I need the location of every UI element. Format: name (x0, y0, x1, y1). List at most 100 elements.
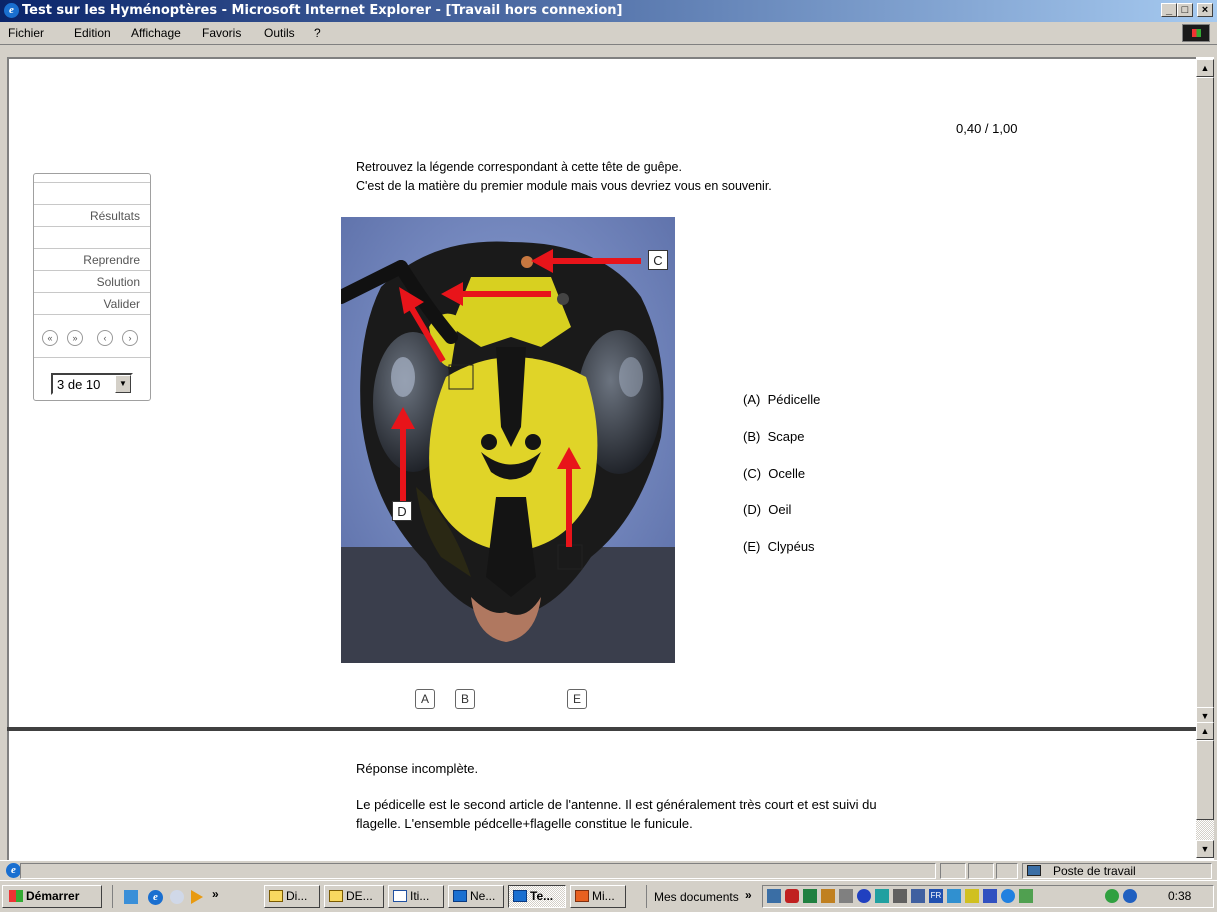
system-tray: FR 0:38 (762, 885, 1214, 908)
tray-icon[interactable] (767, 889, 781, 903)
volume-icon[interactable] (839, 889, 853, 903)
menu-fichier[interactable]: Fichier (8, 26, 44, 40)
media-player-icon[interactable] (191, 890, 203, 904)
nav-resultats[interactable]: Résultats (34, 205, 150, 227)
choice-e[interactable]: (E) Clypéus (743, 539, 815, 554)
scroll-down-icon[interactable]: ▼ (1196, 840, 1214, 858)
toolbar-gap (0, 45, 1217, 57)
choice-label: Ocelle (768, 466, 806, 481)
task-button-folder-di[interactable]: Di... (264, 885, 320, 908)
nav-reprendre[interactable]: Reprendre (34, 249, 150, 271)
answer-box-a[interactable]: A (415, 689, 435, 709)
nav-valider[interactable]: Valider (34, 293, 150, 315)
tray-icon[interactable] (965, 889, 979, 903)
outlook-icon[interactable] (170, 890, 184, 904)
internet-explorer-icon[interactable]: e (148, 890, 163, 905)
task-button-word[interactable]: Iti... (388, 885, 444, 908)
score-display: 0,40 / 1,00 (956, 121, 1018, 136)
scroll-up-icon[interactable]: ▲ (1196, 59, 1214, 77)
status-pane (996, 863, 1018, 879)
tray-icon[interactable] (1001, 889, 1015, 903)
tray-icon[interactable] (1105, 889, 1119, 903)
menu-favoris[interactable]: Favoris (202, 26, 241, 40)
feedback-scrollbar[interactable]: ▲ ▼ (1196, 722, 1214, 858)
choice-b[interactable]: (B) Scape (743, 429, 804, 444)
choice-a[interactable]: (A) Pédicelle (743, 392, 820, 407)
tray-icon[interactable] (947, 889, 961, 903)
nav-solution[interactable]: Solution (34, 271, 150, 293)
internet-explorer-icon (513, 890, 527, 902)
maximize-button[interactable]: □ (1177, 3, 1193, 17)
status-bar: e Poste de travail (0, 860, 1217, 881)
question-line-1: Retrouvez la légende correspondant à cet… (356, 160, 682, 174)
feedback-frame (7, 731, 1196, 860)
nav-divider (34, 357, 150, 358)
powerpoint-icon (575, 890, 589, 902)
task-label: Mi... (592, 889, 615, 903)
tray-icon[interactable] (857, 889, 871, 903)
tray-icon[interactable] (803, 889, 817, 903)
close-button[interactable]: × (1197, 3, 1213, 17)
choice-label: Clypéus (767, 539, 815, 554)
next-page-icon[interactable]: › (122, 330, 138, 346)
menu-affichage[interactable]: Affichage (131, 26, 181, 40)
task-label: Ne... (470, 889, 496, 903)
image-label-c: C (648, 250, 668, 270)
folder-icon (329, 890, 343, 902)
feedback-line-2: flagelle. L'ensemble pédcelle+flagelle c… (356, 816, 693, 831)
previous-page-icon[interactable]: ‹ (97, 330, 113, 346)
language-icon[interactable]: FR (929, 889, 943, 903)
tray-icon[interactable] (821, 889, 835, 903)
computer-icon (1027, 865, 1041, 876)
scroll-up-icon[interactable]: ▲ (1196, 722, 1214, 740)
scroll-thumb[interactable] (1196, 77, 1214, 709)
scroll-thumb[interactable] (1196, 740, 1214, 820)
wasp-head-image (341, 217, 675, 663)
internet-explorer-icon: e (4, 3, 19, 18)
choice-label: Scape (767, 429, 805, 444)
clock[interactable]: 0:38 (1168, 889, 1191, 903)
last-page-icon[interactable]: » (67, 330, 83, 346)
menu-edition[interactable]: Edition (74, 26, 111, 40)
first-page-icon[interactable]: « (42, 330, 58, 346)
answer-box-e[interactable]: E (567, 689, 587, 709)
image-label-d: D (392, 501, 412, 521)
choice-c[interactable]: (C) Ocelle (743, 466, 805, 481)
task-button-ie-test[interactable]: Te... (508, 885, 566, 908)
status-text-pane (20, 863, 936, 879)
quicklaunch-more-icon[interactable]: » (212, 887, 219, 901)
desktop-icon[interactable] (124, 890, 138, 904)
question-scrollbar[interactable]: ▲ ▼ (1196, 59, 1214, 725)
chevron-down-icon[interactable]: ▼ (115, 375, 131, 393)
menu-outils[interactable]: Outils (264, 26, 295, 40)
tray-icon[interactable] (911, 889, 925, 903)
zone-pane: Poste de travail (1022, 863, 1212, 879)
my-documents-toolbar[interactable]: Mes documents (654, 890, 739, 904)
question-line-2: C'est de la matière du premier module ma… (356, 179, 772, 193)
menu-help[interactable]: ? (314, 26, 321, 40)
answer-box-b[interactable]: B (455, 689, 475, 709)
task-button-ie-ne[interactable]: Ne... (448, 885, 504, 908)
task-button-folder-de[interactable]: DE... (324, 885, 384, 908)
start-button[interactable]: Démarrer (2, 885, 102, 908)
choice-label: Oeil (768, 502, 792, 517)
antivirus-icon[interactable] (785, 889, 799, 903)
network-icon[interactable] (893, 889, 907, 903)
toolbar-more-icon[interactable]: » (745, 888, 752, 902)
choice-key: (A) (743, 392, 761, 407)
tray-icon[interactable] (1019, 889, 1033, 903)
tray-icon[interactable] (983, 889, 997, 903)
tray-icon[interactable] (1123, 889, 1137, 903)
page-select[interactable]: 3 de 10 ▼ (51, 373, 133, 395)
title-bar: e Test sur les Hyménoptères - Microsoft … (0, 0, 1217, 22)
minimize-button[interactable]: _ (1161, 3, 1177, 17)
choice-key: (C) (743, 466, 762, 481)
separator (646, 885, 647, 908)
tray-icon[interactable] (875, 889, 889, 903)
status-pane (968, 863, 994, 879)
task-button-mi[interactable]: Mi... (570, 885, 626, 908)
choice-d[interactable]: (D) Oeil (743, 502, 791, 517)
taskbar: Démarrer e » Di... DE... Iti... Ne... Te… (0, 880, 1217, 912)
menu-bar: Fichier Edition Affichage Favoris Outils… (0, 22, 1217, 45)
nav-empty-row (34, 227, 150, 249)
